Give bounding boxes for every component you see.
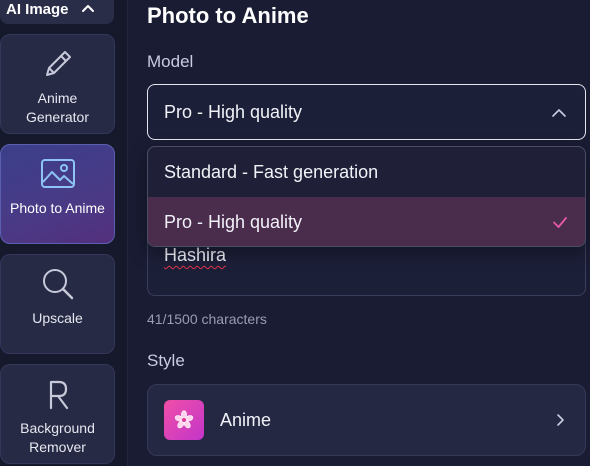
sidebar-item-background-remover[interactable]: Background Remover — [0, 364, 115, 464]
character-counter: 41/1500 characters — [147, 311, 267, 327]
sidebar-item-anime-generator[interactable]: Anime Generator — [0, 34, 115, 134]
sidebar-item-photo-to-anime[interactable]: Photo to Anime — [0, 144, 115, 244]
main-panel: Photo to Anime Model Pro - High quality … — [128, 0, 590, 466]
model-label: Model — [147, 52, 194, 71]
page-title: Photo to Anime — [147, 3, 309, 28]
model-option-standard[interactable]: Standard - Fast generation — [148, 147, 585, 197]
sidebar-item-label: Background Remover — [20, 420, 95, 455]
magnifier-icon — [39, 265, 77, 303]
model-dropdown-menu: Standard - Fast generation Pro - High qu… — [147, 146, 586, 247]
chevron-up-icon — [551, 105, 567, 121]
prompt-text: Hashira — [164, 245, 227, 265]
style-label: Style — [147, 351, 185, 370]
style-name: Anime — [220, 409, 272, 430]
image-icon — [39, 155, 77, 193]
checkmark-icon — [551, 213, 569, 231]
sidebar-item-label: Anime Generator — [25, 90, 90, 125]
chevron-up-icon — [81, 2, 95, 16]
sakura-icon — [174, 410, 194, 429]
model-selected-value: Pro - High quality — [164, 101, 303, 122]
app-root: AI Image Anime Generator Photo to Anime … — [0, 0, 590, 466]
pencil-icon — [39, 45, 77, 83]
sidebar-item-label: Photo to Anime — [10, 200, 105, 216]
sidebar: AI Image Anime Generator Photo to Anime … — [0, 0, 128, 466]
sidebar-item-label: Upscale — [32, 310, 83, 326]
model-select[interactable]: Pro - High quality — [147, 84, 586, 140]
anime-style-thumbnail — [164, 400, 204, 440]
model-option-pro[interactable]: Pro - High quality — [148, 197, 585, 246]
option-label: Pro - High quality — [164, 211, 303, 232]
sidebar-header-label: AI Image — [6, 0, 69, 18]
sidebar-header[interactable]: AI Image — [0, 0, 114, 24]
style-selector[interactable]: Anime — [147, 384, 586, 456]
chevron-right-icon — [553, 413, 567, 427]
letter-r-icon — [39, 375, 77, 413]
option-label: Standard - Fast generation — [164, 161, 379, 182]
sidebar-item-upscale[interactable]: Upscale — [0, 254, 115, 354]
